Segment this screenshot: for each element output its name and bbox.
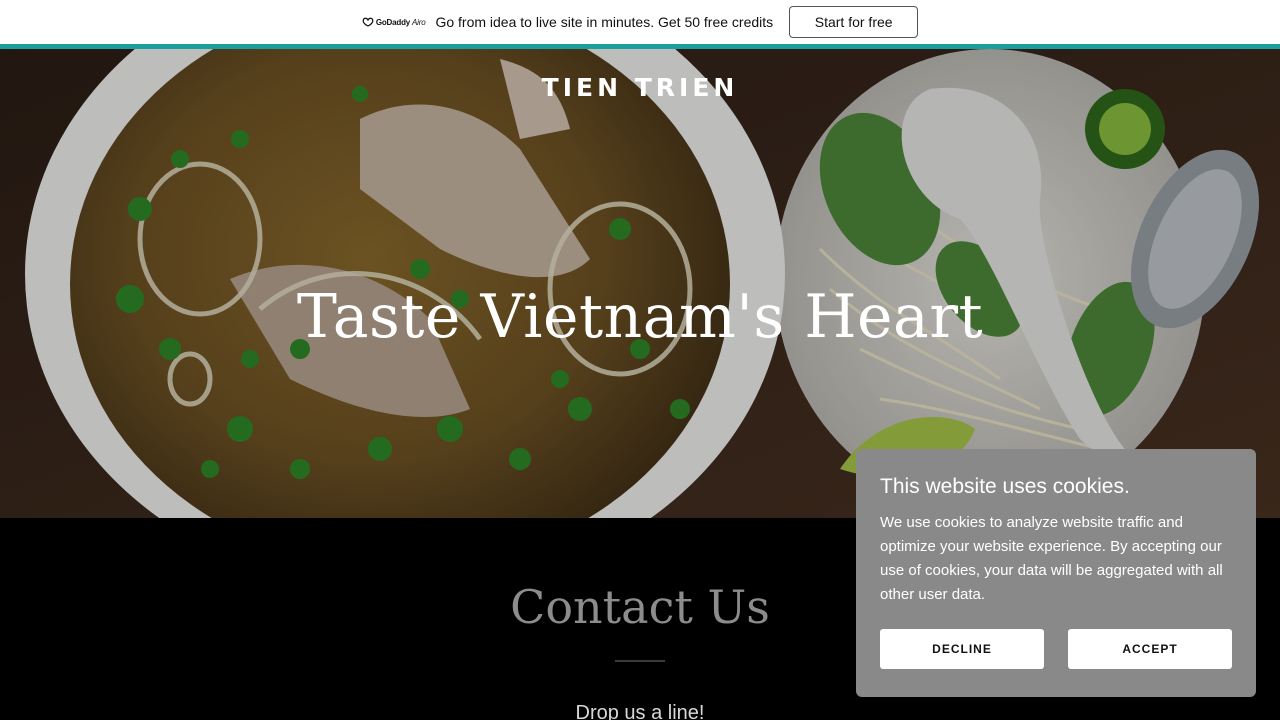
logo-product-text: Airo (412, 17, 426, 27)
contact-subtitle: Drop us a line! (575, 702, 705, 720)
promo-text: Go from idea to live site in minutes. Ge… (435, 14, 774, 30)
cookie-title: This website uses cookies. (880, 475, 1130, 498)
godaddy-logo-icon (362, 17, 374, 27)
cookie-actions: DECLINE ACCEPT (880, 629, 1232, 669)
contact-divider (615, 660, 665, 662)
logo-brand-text: GoDaddy (375, 17, 411, 27)
site-name[interactable]: TIEN TRIEN (0, 73, 1280, 102)
cookie-message: We use cookies to analyze website traffi… (880, 514, 1223, 603)
hero-title: Taste Vietnam's Heart (296, 282, 984, 352)
cookie-banner: This website uses cookies. We use cookie… (856, 449, 1256, 697)
hero-section: TIEN TRIEN Taste Vietnam's Heart (0, 49, 1280, 518)
godaddy-airo-logo[interactable]: GoDaddy Airo (362, 17, 426, 27)
accept-button[interactable]: ACCEPT (1068, 629, 1232, 669)
decline-button[interactable]: DECLINE (880, 629, 1044, 669)
start-for-free-button[interactable]: Start for free (789, 6, 919, 38)
promo-banner: GoDaddy Airo Go from idea to live site i… (0, 0, 1280, 44)
